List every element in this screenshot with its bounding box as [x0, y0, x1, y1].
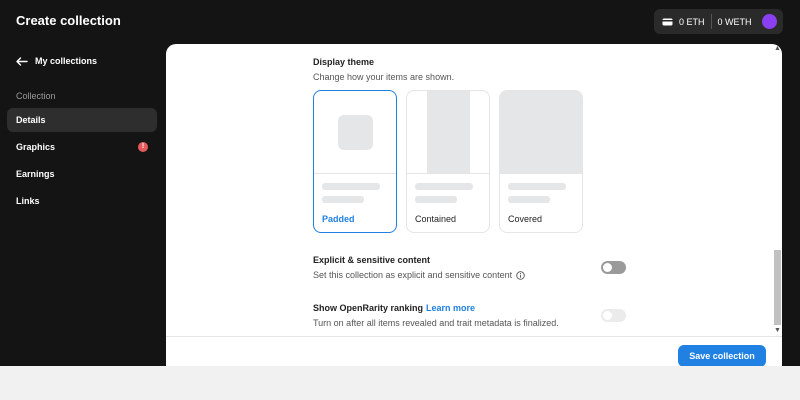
arrow-left-icon — [16, 56, 28, 66]
theme-option-contained[interactable]: Contained — [406, 90, 490, 233]
info-icon[interactable] — [516, 270, 525, 280]
explicit-content-toggle[interactable] — [601, 261, 626, 274]
placeholder-bar — [322, 196, 364, 203]
sidebar-item-label: Links — [16, 196, 40, 206]
display-theme-description: Change how your items are shown. — [313, 72, 455, 82]
placeholder-bar — [322, 183, 380, 190]
theme-label: Padded — [322, 214, 355, 224]
sidebar-item-label: Graphics — [16, 142, 56, 152]
page-title: Create collection — [16, 13, 121, 28]
learn-more-link[interactable]: Learn more — [426, 303, 475, 313]
placeholder-bar — [508, 196, 550, 203]
scroll-down-icon[interactable]: ▼ — [773, 326, 782, 335]
eth-balance: 0 ETH — [679, 16, 705, 27]
openrarity-title-row: Show OpenRarity ranking Learn more — [313, 303, 475, 313]
scroll-up-icon[interactable]: ▲ — [773, 44, 782, 53]
sidebar-item-earnings[interactable]: Earnings — [7, 162, 157, 186]
app-window: Create collection 0 ETH 0 WETH My collec… — [0, 0, 800, 366]
theme-label: Contained — [415, 214, 457, 224]
contained-preview — [407, 91, 489, 174]
openrarity-toggle[interactable] — [601, 309, 626, 322]
placeholder-bar — [415, 183, 473, 190]
placeholder-bar — [508, 183, 566, 190]
weth-balance: 0 WETH — [717, 16, 752, 27]
wallet-divider — [710, 14, 712, 29]
wallet-balance[interactable]: 0 ETH 0 WETH — [654, 9, 783, 34]
theme-label: Covered — [508, 214, 543, 224]
sidebar-item-graphics[interactable]: Graphics ! — [7, 135, 157, 159]
explicit-content-title: Explicit & sensitive content — [313, 255, 431, 265]
save-collection-button[interactable]: Save collection — [678, 345, 766, 366]
sidebar-item-label: Earnings — [16, 169, 55, 179]
error-badge: ! — [138, 142, 148, 152]
sidebar-item-details[interactable]: Details — [7, 108, 157, 132]
footer-bar: Save collection — [166, 336, 782, 366]
back-label: My collections — [35, 56, 98, 66]
vertical-scrollbar[interactable]: ▲ ▼ — [773, 44, 782, 336]
explicit-content-description: Set this collection as explicit and sens… — [313, 270, 513, 280]
avatar[interactable] — [762, 14, 777, 29]
image-placeholder — [338, 115, 373, 150]
toggle-knob — [603, 311, 612, 320]
sidebar: My collections Collection Details Graphi… — [0, 44, 166, 366]
theme-option-padded[interactable]: Padded — [313, 90, 397, 233]
image-placeholder — [427, 91, 470, 173]
scroll-thumb[interactable] — [774, 250, 781, 325]
openrarity-title: Show OpenRarity ranking — [313, 303, 424, 313]
wallet-icon — [662, 18, 673, 26]
sidebar-item-label: Details — [16, 115, 46, 125]
placeholder-bar — [415, 196, 457, 203]
openrarity-description: Turn on after all items revealed and tra… — [313, 318, 559, 328]
theme-option-covered[interactable]: Covered — [499, 90, 583, 233]
main-panel: Display theme Change how your items are … — [166, 44, 782, 366]
display-theme-title: Display theme — [313, 57, 375, 67]
covered-preview — [500, 91, 582, 174]
toggle-knob — [603, 263, 612, 272]
sidebar-item-links[interactable]: Links — [7, 189, 157, 213]
explicit-content-row: Set this collection as explicit and sens… — [313, 270, 525, 280]
padded-preview — [314, 91, 396, 174]
back-to-my-collections[interactable]: My collections — [16, 56, 97, 66]
section-label: Collection — [16, 91, 56, 101]
top-bar: Create collection 0 ETH 0 WETH — [0, 0, 800, 44]
